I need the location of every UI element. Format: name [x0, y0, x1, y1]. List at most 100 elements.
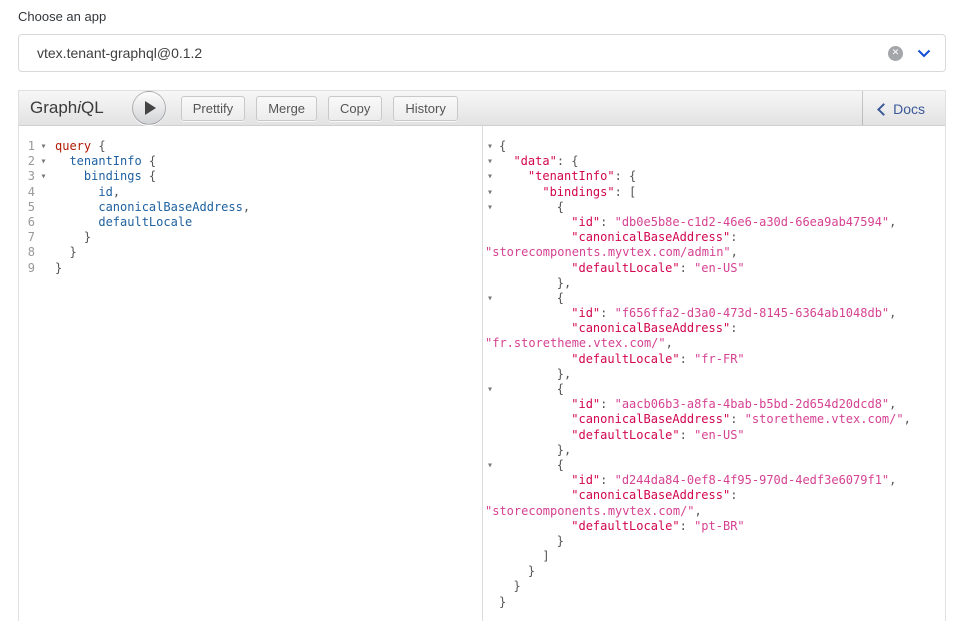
code-token: "en-US" — [694, 428, 745, 442]
code-token — [499, 473, 571, 487]
chevron-down-icon[interactable] — [917, 49, 931, 58]
code-token — [499, 352, 571, 366]
code-token — [499, 367, 557, 381]
code-text: "canonicalBaseAddress": — [499, 321, 737, 336]
code-text: "id": "d244da84-0ef8-4f95-970d-4edf3e607… — [499, 473, 896, 488]
code-line: ▾ { — [483, 458, 945, 473]
fold-arrow-icon[interactable]: ▾ — [487, 458, 493, 473]
code-text: "canonicalBaseAddress": — [499, 488, 737, 503]
code-text: "data": { — [499, 154, 579, 169]
fold-arrow-icon[interactable]: ▾ — [35, 169, 52, 184]
code-text: }, — [499, 443, 571, 458]
app-select[interactable]: vtex.tenant-graphql@0.1.2 ✕ — [18, 34, 946, 72]
code-token — [499, 458, 557, 472]
result-viewer[interactable]: ▾{▾ "data": {▾ "tenantInfo": {▾ "binding… — [482, 126, 945, 621]
code-token: , — [666, 336, 673, 350]
fold-gutter-spacer — [35, 230, 52, 245]
code-token: { — [142, 154, 156, 168]
code-text: "defaultLocale": "en-US" — [499, 261, 745, 276]
fold-arrow-icon[interactable]: ▾ — [487, 139, 493, 154]
code-line: "defaultLocale": "en-US" — [483, 261, 945, 276]
line-number: 5 — [19, 200, 35, 215]
code-token — [499, 276, 557, 290]
code-line: 2▾ tenantInfo { — [19, 154, 482, 169]
code-token: query — [55, 139, 91, 153]
app-select-value: vtex.tenant-graphql@0.1.2 — [37, 45, 888, 61]
code-token: "canonicalBaseAddress" — [571, 412, 730, 426]
code-line: "canonicalBaseAddress": — [483, 230, 945, 245]
code-token: canonicalBaseAddress — [98, 200, 243, 214]
code-token — [499, 230, 571, 244]
code-token — [499, 579, 513, 593]
code-token: "defaultLocale" — [571, 352, 679, 366]
docs-toggle-button[interactable]: Docs — [862, 91, 945, 125]
code-line: 5 canonicalBaseAddress, — [19, 200, 482, 215]
code-token: , — [113, 185, 120, 199]
line-number: 8 — [19, 245, 35, 260]
code-text: "tenantInfo": { — [499, 169, 636, 184]
code-token: "d244da84-0ef8-4f95-970d-4edf3e6079f1" — [615, 473, 890, 487]
prettify-button[interactable]: Prettify — [181, 96, 245, 121]
fold-arrow-icon[interactable]: ▾ — [487, 200, 493, 215]
line-number: 4 — [19, 185, 35, 200]
code-token — [499, 534, 557, 548]
docs-label: Docs — [893, 101, 925, 117]
fold-arrow-icon[interactable]: ▾ — [487, 291, 493, 306]
code-text: } — [52, 230, 91, 245]
code-token — [499, 397, 571, 411]
code-token: "id" — [571, 306, 600, 320]
code-token — [499, 169, 528, 183]
fold-arrow-icon[interactable]: ▾ — [487, 382, 493, 397]
code-line: 8 } — [19, 245, 482, 260]
code-token: "data" — [513, 154, 556, 168]
code-text: } — [499, 564, 535, 579]
line-number: 6 — [19, 215, 35, 230]
fold-arrow-icon[interactable]: ▾ — [487, 154, 493, 169]
query-editor[interactable]: 1▾query {2▾ tenantInfo {3▾ bindings {4 i… — [19, 126, 482, 621]
code-line: "canonicalBaseAddress": — [483, 321, 945, 336]
code-token: : { — [615, 169, 637, 183]
fold-arrow-icon[interactable]: ▾ — [487, 185, 493, 200]
clear-icon[interactable]: ✕ — [888, 46, 903, 61]
line-number: 7 — [19, 230, 35, 245]
line-number: 3 — [19, 169, 35, 184]
code-text: { — [499, 291, 564, 306]
code-line: 4 id, — [19, 185, 482, 200]
code-token: { — [557, 458, 564, 472]
history-button[interactable]: History — [393, 96, 457, 121]
code-token: { — [142, 169, 156, 183]
code-token: : — [730, 488, 737, 502]
code-token: : — [730, 321, 737, 335]
execute-button[interactable] — [132, 91, 166, 125]
code-text: "id": "aacb06b3-a8fa-4bab-b5bd-2d654d20d… — [499, 397, 896, 412]
code-token: "db0e5b8e-c1d2-46e6-a30d-66ea9ab47594" — [615, 215, 890, 229]
code-token: "defaultLocale" — [571, 519, 679, 533]
code-token: "en-US" — [694, 261, 745, 275]
code-token: "storecomponents.myvtex.com/" — [485, 504, 695, 518]
code-token: "bindings" — [542, 185, 614, 199]
code-token: }, — [557, 367, 571, 381]
merge-button[interactable]: Merge — [256, 96, 317, 121]
code-line: "defaultLocale": "en-US" — [483, 428, 945, 443]
code-token: : — [730, 230, 737, 244]
code-token — [55, 154, 69, 168]
fold-gutter-spacer — [35, 200, 52, 215]
code-token: : — [680, 261, 694, 275]
code-token: , — [889, 397, 896, 411]
code-line: }, — [483, 276, 945, 291]
code-token — [499, 488, 571, 502]
code-token: { — [499, 139, 506, 153]
line-number: 9 — [19, 261, 35, 276]
code-text: "storecomponents.myvtex.com/", — [485, 504, 702, 519]
code-line: ▾ { — [483, 382, 945, 397]
fold-arrow-icon[interactable]: ▾ — [487, 169, 493, 184]
copy-button[interactable]: Copy — [328, 96, 382, 121]
code-token — [499, 549, 542, 563]
code-token: : [ — [615, 185, 637, 199]
fold-arrow-icon[interactable]: ▾ — [35, 139, 52, 154]
code-line: "canonicalBaseAddress": — [483, 488, 945, 503]
code-token: tenantInfo — [69, 154, 141, 168]
fold-arrow-icon[interactable]: ▾ — [35, 154, 52, 169]
code-line: "fr.storetheme.vtex.com/", — [483, 336, 945, 351]
code-text: { — [499, 200, 564, 215]
